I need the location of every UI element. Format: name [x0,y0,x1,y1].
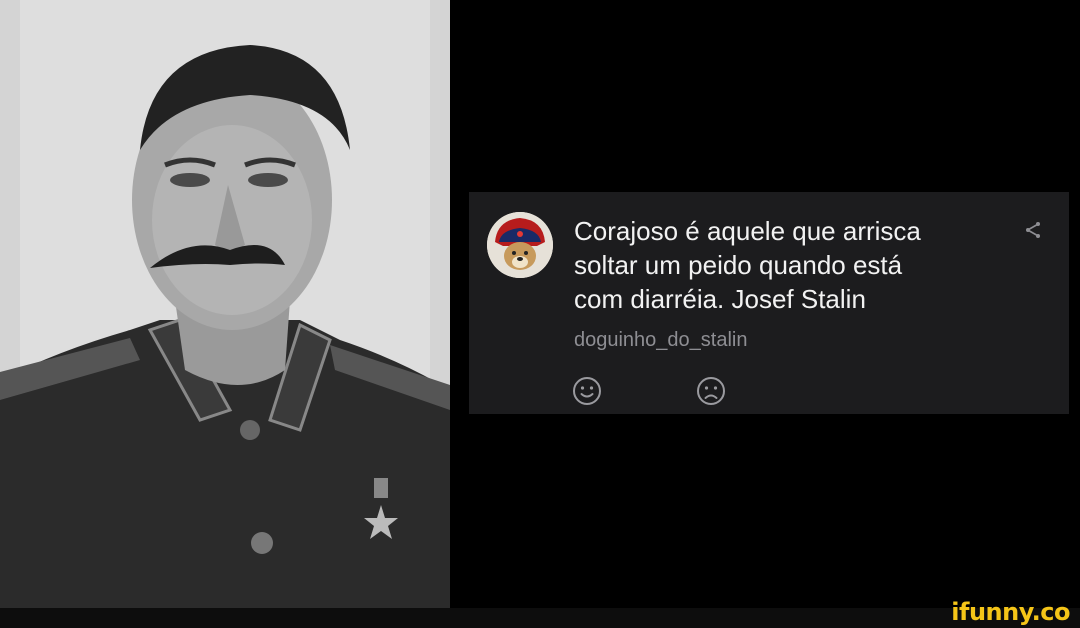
dog-in-ushanka-avatar[interactable] [487,212,553,278]
comment-card: Corajoso é aquele que arrisca soltar um … [469,192,1069,414]
frown-icon-glyph [697,377,725,405]
avatar-image [487,212,553,278]
smile-icon[interactable] [571,375,603,407]
portrait-illustration [0,0,450,608]
share-icon-glyph [1026,222,1040,238]
comment-username[interactable]: doguinho_do_stalin [574,328,748,352]
smile-icon-glyph [573,377,601,405]
ifunny-watermark: ifunny.co [951,598,1070,626]
bottom-strip [0,608,1080,628]
comment-text: Corajoso é aquele que arrisca soltar um … [574,216,921,314]
portrait-photo [0,0,450,608]
share-icon[interactable] [1021,218,1045,242]
frown-icon[interactable] [695,375,727,407]
